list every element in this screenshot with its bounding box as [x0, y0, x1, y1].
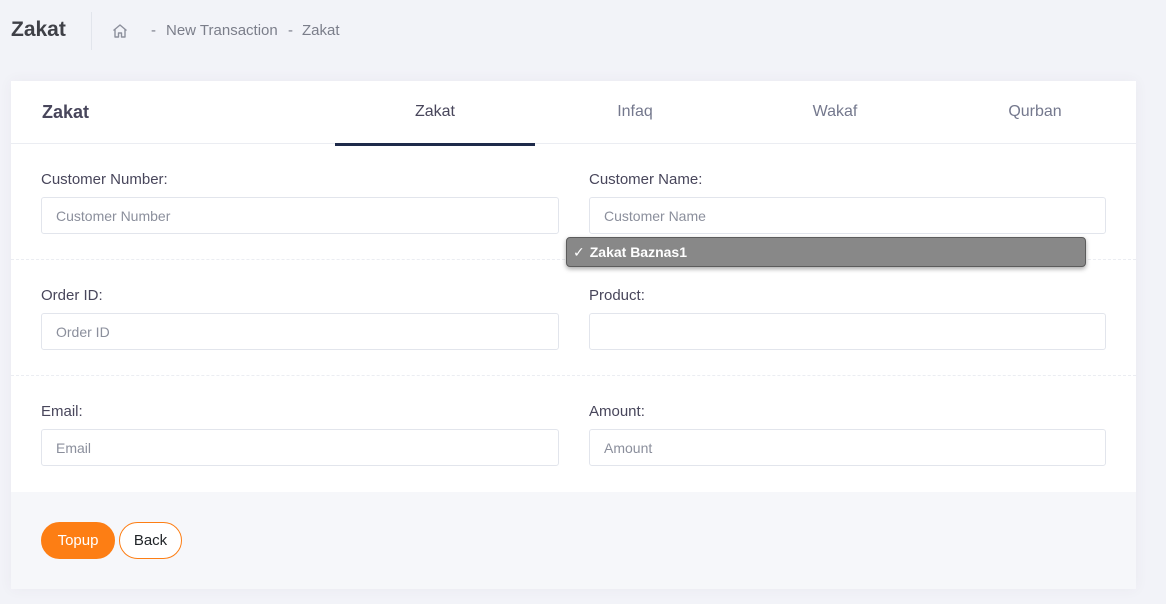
topup-button[interactable]: Topup: [41, 522, 115, 559]
order-id-label: Order ID:: [41, 287, 103, 304]
breadcrumb-separator: -: [288, 22, 293, 39]
tab-wakaf[interactable]: Wakaf: [735, 81, 935, 144]
amount-label: Amount:: [589, 403, 645, 420]
breadcrumb-separator: -: [151, 22, 156, 39]
check-icon: ✓: [573, 244, 585, 260]
tab-infaq[interactable]: Infaq: [535, 81, 735, 144]
back-button[interactable]: Back: [119, 522, 182, 559]
form-row-order: Order ID: Product:: [11, 260, 1136, 376]
product-select[interactable]: [589, 313, 1106, 350]
customer-number-label: Customer Number:: [41, 171, 168, 188]
page-title: Zakat: [11, 18, 66, 41]
customer-name-label: Customer Name:: [589, 171, 703, 188]
breadcrumb-zakat[interactable]: Zakat: [302, 22, 340, 39]
subheader: Zakat - New Transaction - Zakat: [0, 0, 1166, 62]
breadcrumb-new-transaction[interactable]: New Transaction: [166, 22, 278, 39]
tab-zakat[interactable]: Zakat: [335, 81, 535, 146]
product-label: Product:: [589, 287, 645, 304]
transaction-card: Zakat Zakat Infaq Wakaf Qurban Customer …: [11, 81, 1136, 589]
order-id-input[interactable]: [41, 313, 559, 350]
card-footer: Topup Back: [11, 492, 1136, 589]
customer-name-input[interactable]: [589, 197, 1106, 234]
card-title: Zakat: [42, 102, 90, 122]
amount-input[interactable]: [589, 429, 1106, 466]
product-dropdown-option[interactable]: ✓ Zakat Baznas1: [566, 237, 1086, 267]
home-icon[interactable]: [111, 22, 129, 40]
email-label: Email:: [41, 403, 83, 420]
card-header: Zakat Zakat Infaq Wakaf Qurban: [11, 81, 1136, 146]
title-separator: [91, 12, 92, 50]
product-option-label: Zakat Baznas1: [589, 244, 688, 260]
form-row-contact: Email: Amount:: [11, 376, 1136, 492]
customer-number-input[interactable]: [41, 197, 559, 234]
email-input[interactable]: [41, 429, 559, 466]
tab-qurban[interactable]: Qurban: [935, 81, 1135, 144]
